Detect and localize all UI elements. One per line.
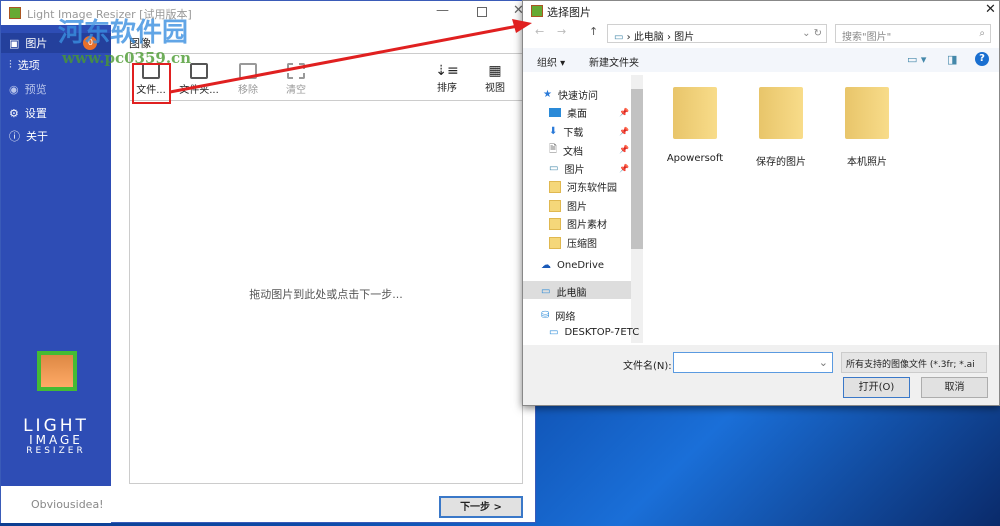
red-arrow xyxy=(169,19,532,94)
